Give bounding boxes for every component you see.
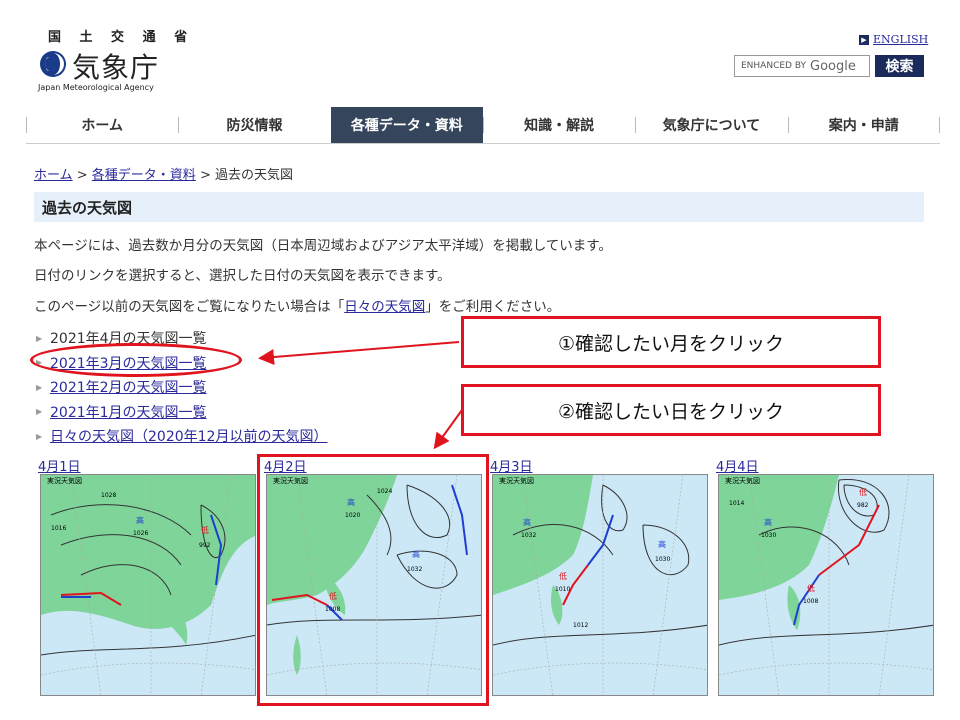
list-item: ▶ 2021年1月の天気図一覧 <box>36 400 327 425</box>
svg-text:高: 高 <box>658 539 666 549</box>
english-link[interactable]: ▶ ENGLISH <box>859 33 928 46</box>
svg-text:高: 高 <box>136 515 144 525</box>
svg-text:992: 992 <box>199 542 211 549</box>
older-maps-paragraph: このページ以前の天気図をご覧になりたい場合は「日々の天気図」をご利用ください。 <box>34 295 560 315</box>
weather-map-image: 実況天気図 高 1030 低 982 1014 低 1008 <box>719 475 933 695</box>
nav-item-knowledge[interactable]: 知識・解説 <box>482 107 635 143</box>
older-maps-text-before: このページ以前の天気図をご覧になりたい場合は「 <box>34 299 345 315</box>
step2-callout: ②確認したい日をクリック <box>461 384 881 436</box>
nav-item-about[interactable]: 気象庁について <box>635 107 787 143</box>
daily-maps-archive-link[interactable]: 日々の天気図（2020年12月以前の天気図） <box>50 426 327 446</box>
svg-text:低: 低 <box>807 583 815 593</box>
svg-text:982: 982 <box>857 502 869 509</box>
play-arrow-icon: ▶ <box>859 34 869 45</box>
ministry-label: 国 土 交 通 省 <box>48 30 195 45</box>
breadcrumb-separator: > <box>195 168 215 183</box>
jma-emblem-icon <box>40 51 66 77</box>
nav-divider <box>939 117 940 133</box>
instruction-paragraph: 日付のリンクを選択すると、選択した日付の天気図を表示できます。 <box>34 268 451 284</box>
month-2021-02-link[interactable]: 2021年2月の天気図一覧 <box>50 377 207 397</box>
svg-text:1026: 1026 <box>133 530 148 537</box>
svg-text:1014: 1014 <box>729 500 744 507</box>
nav-item-home[interactable]: ホーム <box>26 107 178 143</box>
svg-text:1012: 1012 <box>573 622 588 629</box>
list-item: ▶ 2021年2月の天気図一覧 <box>36 375 327 400</box>
intro-paragraph: 本ページには、過去数か月分の天気図（日本周辺域およびアジア太平洋域）を掲載してい… <box>34 238 612 254</box>
breadcrumb-current: 過去の天気図 <box>214 168 293 183</box>
chevron-right-icon: ▶ <box>36 382 43 392</box>
day-link-04-01[interactable]: 4月1日 <box>38 456 81 475</box>
english-link-label: ENGLISH <box>873 33 929 46</box>
search-button[interactable]: 検索 <box>875 55 924 77</box>
older-maps-text-after: 」をご利用ください。 <box>425 299 561 315</box>
svg-text:低: 低 <box>559 571 567 581</box>
chevron-right-icon: ▶ <box>36 431 43 441</box>
svg-text:1008: 1008 <box>803 598 818 605</box>
jma-logo[interactable]: 国 土 交 通 省 気象庁 Japan Meteorological Agenc… <box>38 26 198 96</box>
day-link-04-04[interactable]: 4月4日 <box>716 456 759 475</box>
svg-text:1030: 1030 <box>761 532 776 539</box>
page-title: 過去の天気図 <box>34 192 924 222</box>
weather-map-04-03[interactable]: 実況天気図 高 1030 高 1032 低 1010 1012 <box>492 474 708 696</box>
daily-weather-maps-link[interactable]: 日々の天気図 <box>344 299 425 315</box>
highlight-ellipse <box>30 343 242 377</box>
month-2021-01-link[interactable]: 2021年1月の天気図一覧 <box>50 402 207 422</box>
svg-text:1032: 1032 <box>521 532 536 539</box>
breadcrumb-separator: > <box>72 168 92 183</box>
svg-text:高: 高 <box>764 517 772 527</box>
arrow-to-day-map <box>433 409 463 450</box>
search-input[interactable]: ENHANCED BY Google <box>734 55 870 77</box>
svg-text:低: 低 <box>859 487 867 497</box>
svg-text:高: 高 <box>523 517 531 527</box>
day-link-04-03[interactable]: 4月3日 <box>490 456 533 475</box>
search-placeholder-prefix: ENHANCED BY <box>741 61 807 71</box>
breadcrumb-home[interactable]: ホーム <box>34 168 73 183</box>
chevron-right-icon: ▶ <box>36 407 43 417</box>
search-placeholder-brand: Google <box>810 58 856 74</box>
svg-text:1010: 1010 <box>555 586 570 593</box>
svg-text:1016: 1016 <box>51 525 66 532</box>
weather-map-image: 実況天気図 高 1030 高 1032 低 1010 1012 <box>493 475 707 695</box>
main-nav: ホーム 防災情報 各種データ・資料 知識・解説 気象庁について 案内・申請 <box>26 107 940 144</box>
map-stamp: 実況天気図 <box>47 476 82 485</box>
svg-text:1028: 1028 <box>101 492 116 499</box>
list-item: ▶ 日々の天気図（2020年12月以前の天気図） <box>36 424 327 449</box>
breadcrumb: ホーム > 各種データ・資料 > 過去の天気図 <box>34 164 293 183</box>
weather-map-04-04[interactable]: 実況天気図 高 1030 低 982 1014 低 1008 <box>718 474 934 696</box>
nav-item-guide[interactable]: 案内・申請 <box>787 107 940 143</box>
nav-item-disaster-info[interactable]: 防災情報 <box>178 107 330 143</box>
chevron-right-icon: ▶ <box>36 333 43 343</box>
svg-text:低: 低 <box>201 525 209 535</box>
page: 国 土 交 通 省 気象庁 Japan Meteorological Agenc… <box>26 12 940 712</box>
weather-map-04-01[interactable]: 実況天気図 高 1026 低 992 1016 1028 <box>40 474 256 696</box>
step1-callout: ①確認したい月をクリック <box>461 316 881 368</box>
nav-item-data[interactable]: 各種データ・資料 <box>330 107 483 143</box>
breadcrumb-data[interactable]: 各種データ・資料 <box>92 168 196 183</box>
highlight-frame <box>257 454 489 706</box>
agency-name-en: Japan Meteorological Agency <box>38 83 154 92</box>
agency-name: 気象庁 <box>72 51 160 84</box>
svg-text:1030: 1030 <box>655 556 670 563</box>
weather-map-image: 実況天気図 高 1026 低 992 1016 1028 <box>41 475 255 695</box>
map-stamp: 実況天気図 <box>499 476 534 485</box>
map-stamp: 実況天気図 <box>725 476 760 485</box>
